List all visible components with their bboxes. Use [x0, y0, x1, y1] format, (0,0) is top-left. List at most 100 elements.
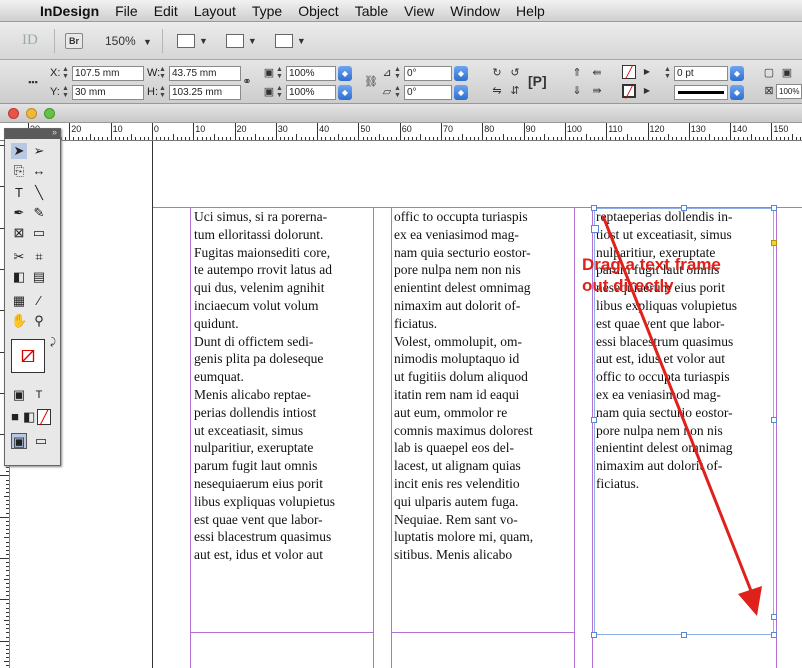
formatting-container-icon[interactable]: ▣ — [11, 387, 27, 403]
rotate-dropdown[interactable]: ◆ — [454, 65, 468, 81]
menu-bar: InDesign File Edit Layout Type Object Ta… — [0, 0, 802, 22]
shear-icon: ▱ — [382, 86, 392, 98]
stroke-none-swatch-icon[interactable]: ╱ — [622, 84, 636, 99]
menu-window[interactable]: Window — [442, 3, 508, 19]
hand-tool-icon[interactable]: ✋ — [11, 313, 27, 329]
chevron-down-icon: ▼ — [247, 35, 257, 46]
chevron-down-icon: ▼ — [296, 35, 306, 46]
h-stepper[interactable]: ▲ ▼ — [159, 85, 169, 99]
formatting-text-icon[interactable]: T — [31, 387, 47, 403]
rectangle-frame-tool-icon[interactable]: ⊠ — [11, 225, 27, 241]
stroke-type-field[interactable] — [674, 84, 728, 100]
type-tool-icon[interactable]: T — [11, 185, 27, 201]
rectangle-tool-icon[interactable]: ▭ — [31, 225, 47, 241]
menu-app-indesign[interactable]: InDesign — [32, 3, 107, 19]
selection-tool-icon[interactable]: ➤ — [11, 143, 27, 159]
scale-y-dropdown[interactable]: ◆ — [338, 84, 352, 100]
apply-color-icon[interactable]: ■ — [9, 409, 21, 425]
stroke-weight-field[interactable]: 0 pt — [674, 65, 728, 81]
bridge-button[interactable]: Br — [65, 32, 83, 49]
shear-dropdown[interactable]: ◆ — [454, 84, 468, 100]
constrain-proportions-icon[interactable]: ⚭ — [240, 75, 254, 89]
scale-y-stepper[interactable]: ▲ ▼ — [276, 85, 286, 99]
menu-view[interactable]: View — [396, 3, 442, 19]
constrain-scale-icon[interactable]: ⛓ — [364, 75, 378, 89]
tools-panel-header[interactable]: » — [5, 127, 60, 139]
y-field[interactable]: 30 mm — [72, 84, 144, 100]
rotate-ccw-icon[interactable]: ↺ — [508, 66, 522, 80]
gap-tool-icon[interactable]: ↔ — [31, 163, 47, 179]
menu-table[interactable]: Table — [347, 3, 396, 19]
zoom-value: 150% — [105, 33, 136, 48]
scale-x-icon: ▣ — [263, 67, 275, 79]
opacity-field[interactable]: 100% — [776, 84, 802, 99]
stroke-weight-dropdown[interactable]: ◆ — [730, 65, 744, 81]
flip-preview-icon: [P] — [528, 73, 547, 89]
pencil-tool-icon[interactable]: ✎ — [31, 205, 47, 221]
divider — [161, 28, 163, 53]
w-stepper[interactable]: ▲ ▼ — [159, 66, 169, 80]
page-tool-icon[interactable]: ⎘ — [11, 163, 27, 179]
scale-x-dropdown[interactable]: ◆ — [338, 65, 352, 81]
rotate-stepper[interactable]: ▲ ▼ — [394, 66, 404, 80]
normal-view-mode-icon[interactable]: ▣ — [11, 433, 27, 449]
free-transform-tool-icon[interactable]: ⌗ — [31, 249, 47, 265]
shear-field[interactable]: 0° — [404, 84, 452, 100]
h-field[interactable]: 103.25 mm — [169, 84, 241, 100]
select-next-icon[interactable]: ⇛ — [590, 84, 604, 98]
stroke-dropdown-icon[interactable]: ▶ — [640, 84, 654, 98]
menu-object[interactable]: Object — [290, 3, 346, 19]
menu-type[interactable]: Type — [244, 3, 290, 19]
drag-arrow — [601, 215, 762, 616]
gradient-swatch-tool-icon[interactable]: ◧ — [11, 269, 27, 285]
chevron-down-icon: ▼ — [198, 35, 208, 46]
view-options-button[interactable] — [176, 33, 195, 48]
collapse-icon[interactable]: » — [52, 127, 57, 137]
x-label: X: — [50, 67, 61, 79]
note-tool-icon[interactable]: ▦ — [11, 293, 27, 309]
y-stepper[interactable]: ▲ ▼ — [62, 85, 72, 99]
direct-selection-tool-icon[interactable]: ➢ — [31, 143, 47, 159]
stroke-type-dropdown[interactable]: ◆ — [730, 84, 744, 100]
select-previous-icon[interactable]: ⇚ — [590, 66, 604, 80]
reference-point-icon[interactable]: ▪▪▪ — [26, 75, 40, 89]
w-label: W: — [147, 67, 161, 79]
eyedropper-tool-icon[interactable]: ⁄ — [31, 293, 47, 309]
fill-none-swatch-icon[interactable]: ╱ — [622, 65, 636, 79]
x-field[interactable]: 107.5 mm — [72, 65, 144, 81]
flip-horizontal-icon[interactable]: ⇋ — [490, 84, 504, 98]
pen-tool-icon[interactable]: ✒ — [11, 205, 27, 221]
swap-fill-stroke-icon[interactable]: ⤸ — [45, 335, 61, 351]
fill-dropdown-icon[interactable]: ▶ — [640, 65, 654, 79]
menu-file[interactable]: File — [107, 3, 146, 19]
zoom-level-dropdown[interactable]: 150% ▼ — [105, 34, 152, 48]
zoom-tool-icon[interactable]: ⚲ — [31, 313, 47, 329]
fill-stroke-swatches-icon[interactable]: ⧄ — [11, 339, 45, 373]
rotate-cw-icon[interactable]: ↻ — [490, 66, 504, 80]
application-bar: ID Br 150% ▼ ▼ ▼ ▼ — [0, 22, 802, 60]
frame-fitting-icon[interactable]: ▢ — [762, 66, 776, 80]
scale-x-stepper[interactable]: ▲ ▼ — [276, 66, 286, 80]
select-container-icon[interactable]: ⇑ — [570, 66, 584, 80]
scissors-tool-icon[interactable]: ✂ — [11, 249, 27, 265]
drop-shadow-icon[interactable]: ▣ — [780, 66, 794, 80]
menu-layout[interactable]: Layout — [186, 3, 244, 19]
preview-mode-icon[interactable]: ▭ — [33, 433, 49, 449]
screen-mode-button[interactable] — [225, 33, 244, 48]
gradient-feather-tool-icon[interactable]: ▤ — [31, 269, 47, 285]
w-field[interactable]: 43.75 mm — [169, 65, 241, 81]
scale-x-field[interactable]: 100% — [286, 65, 336, 81]
stroke-weight-stepper[interactable]: ▲ ▼ — [664, 66, 674, 80]
arrange-documents-button[interactable] — [274, 33, 293, 48]
shear-stepper[interactable]: ▲ ▼ — [394, 85, 404, 99]
select-content-icon[interactable]: ⇓ — [570, 84, 584, 98]
flip-vertical-icon[interactable]: ⇵ — [508, 84, 522, 98]
apply-none-icon[interactable]: ╱ — [37, 409, 51, 425]
menu-help[interactable]: Help — [508, 3, 553, 19]
menu-edit[interactable]: Edit — [146, 3, 186, 19]
line-tool-icon[interactable]: ╲ — [31, 185, 47, 201]
apply-gradient-icon[interactable]: ◧ — [23, 409, 35, 425]
x-stepper[interactable]: ▲ ▼ — [62, 66, 72, 80]
rotate-field[interactable]: 0° — [404, 65, 452, 81]
scale-y-field[interactable]: 100% — [286, 84, 336, 100]
